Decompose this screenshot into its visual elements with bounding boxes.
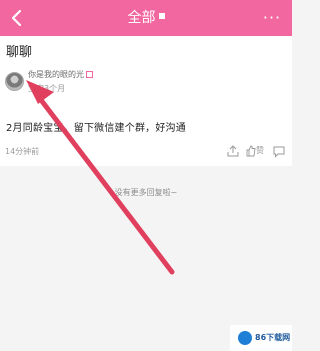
page-title: 全部 <box>127 10 156 26</box>
thumb-up-icon <box>246 145 256 157</box>
share-icon <box>227 145 239 157</box>
watermark-text: 86下载网 <box>255 333 291 342</box>
more-dots-icon: ··· <box>262 8 282 27</box>
post-body: 2月同龄宝宝，留下微信建个群，好沟通 <box>6 123 186 134</box>
like-button[interactable]: 赞 <box>246 144 268 158</box>
share-button[interactable] <box>226 144 244 158</box>
like-label: 赞 <box>256 146 264 155</box>
avatar[interactable] <box>5 72 24 91</box>
dropdown-caret-icon <box>158 13 165 19</box>
post-card: 聊聊 你是我的眼的光 宝宝3个月 2月同龄宝宝，留下微信建个群，好沟通 14分钟… <box>0 36 292 166</box>
no-more-replies: 没有更多回复啦~ <box>114 188 178 197</box>
post-time: 14分钟前 <box>5 147 40 156</box>
category-dropdown[interactable]: 全部 <box>0 9 292 27</box>
author-name[interactable]: 你是我的眼的光 <box>28 69 93 81</box>
post-title: 聊聊 <box>6 45 33 60</box>
watermark-logo-icon <box>238 331 252 345</box>
top-bar: 全部 ··· <box>0 0 292 36</box>
level-badge-icon <box>86 71 93 78</box>
watermark: 86下载网 <box>230 325 292 351</box>
baby-age-info: 宝宝3个月 <box>28 84 66 93</box>
comment-button[interactable] <box>272 144 288 158</box>
more-button[interactable]: ··· <box>260 8 284 28</box>
comment-icon <box>273 146 285 158</box>
